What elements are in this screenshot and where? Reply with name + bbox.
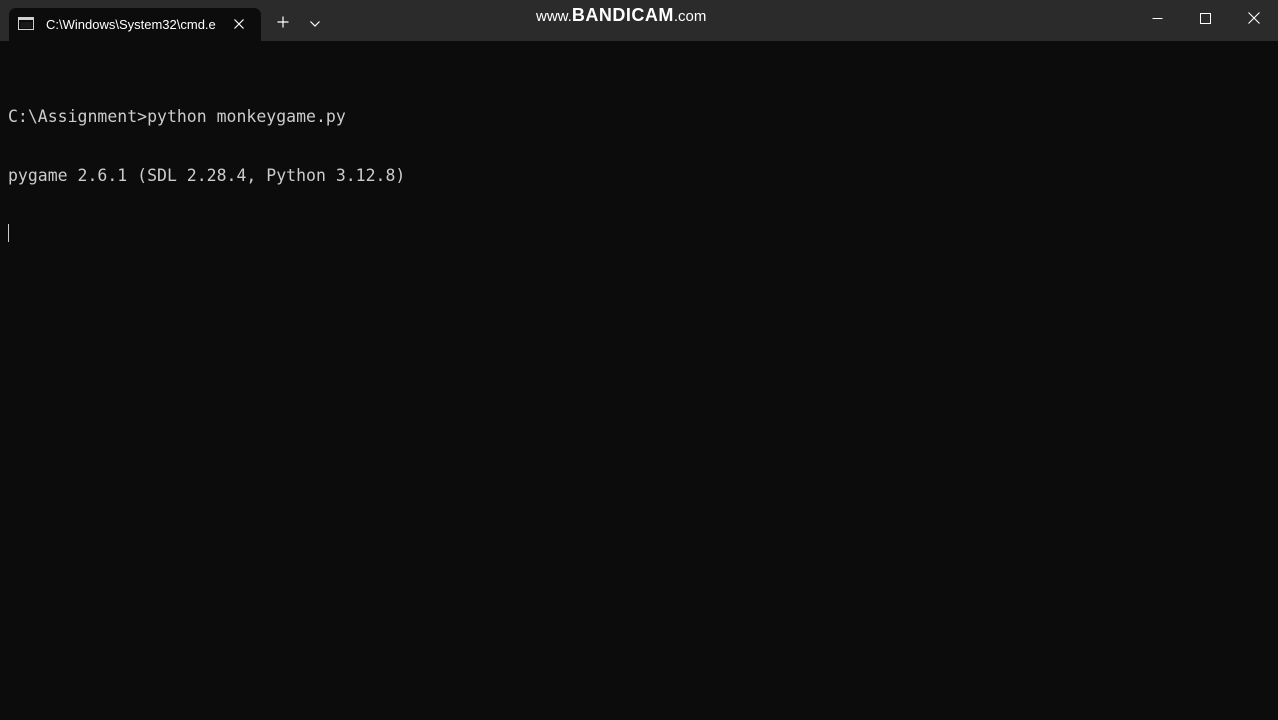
terminal-window: C:\Windows\System32\cmd.e www.BANDICAM.c… [0,0,1278,720]
watermark-brand: BANDICAM [571,5,674,25]
console-line-command: C:\Assignment>python monkeygame.py [8,107,346,126]
watermark-suffix: .com [673,8,707,25]
console-line-prompt [8,224,1270,244]
minimize-icon [1152,11,1163,29]
maximize-button[interactable] [1182,0,1228,40]
tab-dropdown-button[interactable] [301,11,329,37]
chevron-down-icon [309,15,321,33]
text-cursor [8,224,9,242]
maximize-icon [1199,11,1211,29]
minimize-button[interactable] [1134,0,1180,40]
new-tab-button[interactable] [269,11,297,37]
console-line-output: pygame 2.6.1 (SDL 2.28.4, Python 3.12.8) [8,165,406,185]
tab-close-icon[interactable] [230,15,248,33]
terminal-icon [18,17,34,30]
watermark-prefix: www. [536,8,572,25]
close-button[interactable] [1231,0,1277,40]
title-bar[interactable]: C:\Windows\System32\cmd.e www.BANDICAM.c… [0,0,1278,41]
tab-cmd[interactable]: C:\Windows\System32\cmd.e [9,8,261,41]
console-output[interactable]: C:\Assignment>python monkeygame.py pygam… [8,68,1270,283]
tab-title: C:\Windows\System32\cmd.e [46,17,216,32]
close-icon [1248,11,1260,29]
plus-icon [277,15,289,33]
bandicam-watermark: www.BANDICAM.com [536,4,742,26]
